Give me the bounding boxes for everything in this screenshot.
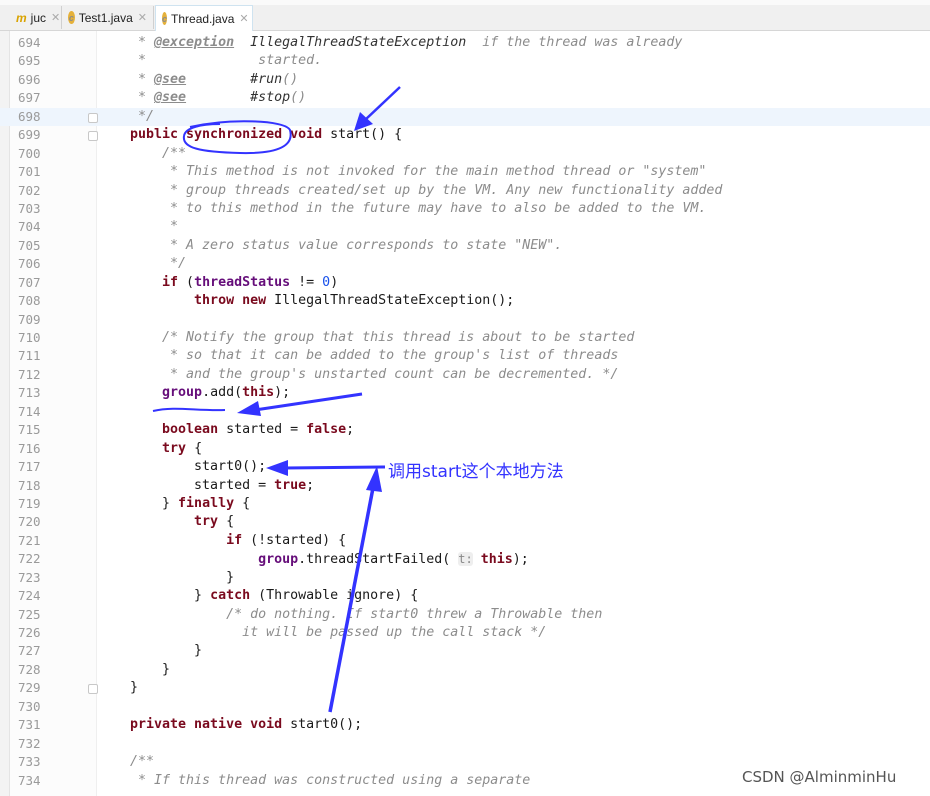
arrow-from-native-start0-icon <box>328 466 382 713</box>
annotation-layer <box>152 86 401 713</box>
group-underline <box>152 407 226 412</box>
arrow-to-start-icon <box>354 86 401 131</box>
annotation-note: 调用start这个本地方法 <box>388 462 564 482</box>
arrow-to-start0-call-icon <box>266 460 386 476</box>
arrow-to-group-add-icon <box>237 392 363 416</box>
watermark: CSDN @AlminminHu <box>742 768 897 786</box>
highlight-ellipse <box>182 120 292 155</box>
